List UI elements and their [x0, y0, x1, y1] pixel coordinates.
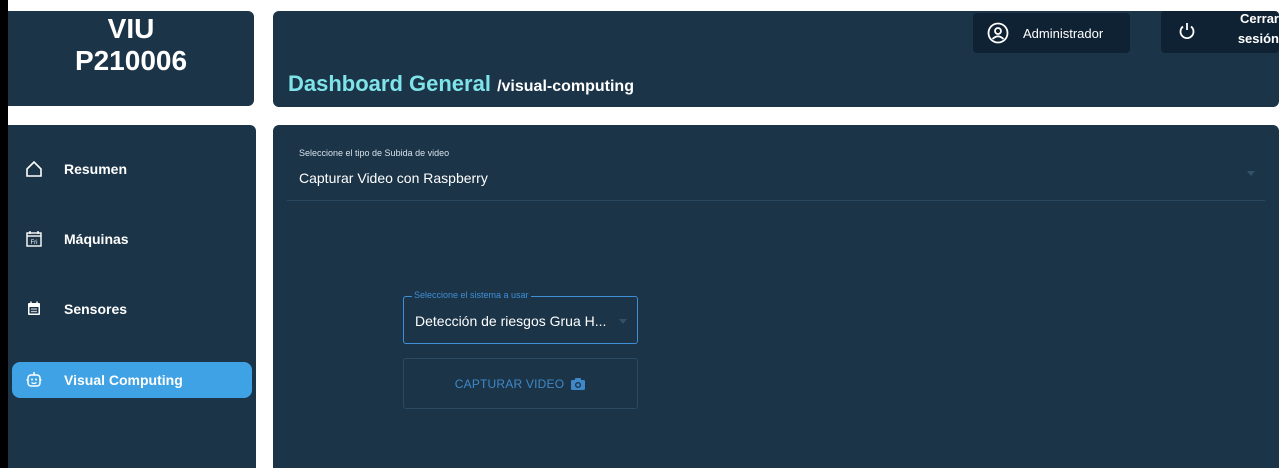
page-title: Dashboard General /visual-computing: [288, 71, 634, 97]
system-select[interactable]: Seleccione el sistema a usar Detección d…: [403, 290, 638, 344]
sidebar-item-visual-computing[interactable]: Visual Computing: [12, 362, 252, 398]
user-label: Administrador: [1023, 25, 1104, 41]
svg-text:Fri: Fri: [31, 240, 38, 246]
calendar-fri-icon: Fri: [24, 229, 44, 249]
header: Administrador Cerrar sesión Dashboard Ge…: [273, 11, 1279, 107]
system-select-label: Seleccione el sistema a usar: [412, 290, 531, 300]
page-path: /visual-computing: [497, 78, 634, 95]
sidebar-item-maquinas[interactable]: Fri Máquinas: [12, 221, 252, 257]
logout-label-line1: Cerrar: [1239, 11, 1279, 26]
sidebar-item-label: Resumen: [64, 161, 128, 177]
capture-video-button[interactable]: CAPTURAR VIDEO: [403, 358, 638, 409]
logout-label-line2: sesión: [1237, 31, 1279, 46]
logout-button[interactable]: Cerrar sesión: [1161, 11, 1279, 53]
brand-panel: VIU P210006: [8, 11, 254, 106]
user-menu-button[interactable]: Administrador: [973, 13, 1130, 53]
page-title-text: Dashboard General: [288, 71, 491, 96]
sidebar-item-label: Sensores: [64, 301, 128, 317]
window-frame-left: [0, 0, 8, 468]
system-select-value: Detección de riesgos Grua H...: [415, 313, 607, 329]
upload-type-select-label: Seleccione el tipo de Subida de video: [299, 148, 450, 158]
chevron-down-icon: [1247, 171, 1255, 176]
brand-title: VIU: [107, 13, 155, 44]
camera-icon: [570, 377, 586, 391]
sidebar-item-sensores[interactable]: Sensores: [12, 291, 252, 327]
brand-code: P210006: [74, 45, 188, 76]
sidebar-item-resumen[interactable]: Resumen: [12, 151, 252, 187]
upload-type-select-value: Capturar Video con Raspberry: [299, 170, 488, 186]
robot-icon: [24, 370, 44, 390]
upload-type-select[interactable]: Seleccione el tipo de Subida de video Ca…: [287, 143, 1265, 201]
capture-video-label: CAPTURAR VIDEO: [454, 376, 565, 391]
power-icon: [1177, 21, 1197, 41]
sidebar: Resumen Fri Máquinas Sensores Visual Com…: [8, 125, 256, 468]
home-icon: [24, 159, 44, 179]
chevron-down-icon: [619, 319, 627, 324]
sidebar-item-label: Visual Computing: [64, 372, 183, 388]
logout-label: Cerrar sesión: [1233, 9, 1279, 49]
main-panel: Seleccione el tipo de Subida de video Ca…: [273, 125, 1279, 468]
user-icon: [987, 22, 1009, 44]
sidebar-item-label: Máquinas: [64, 231, 129, 247]
calendar-grid-icon: [24, 299, 44, 319]
